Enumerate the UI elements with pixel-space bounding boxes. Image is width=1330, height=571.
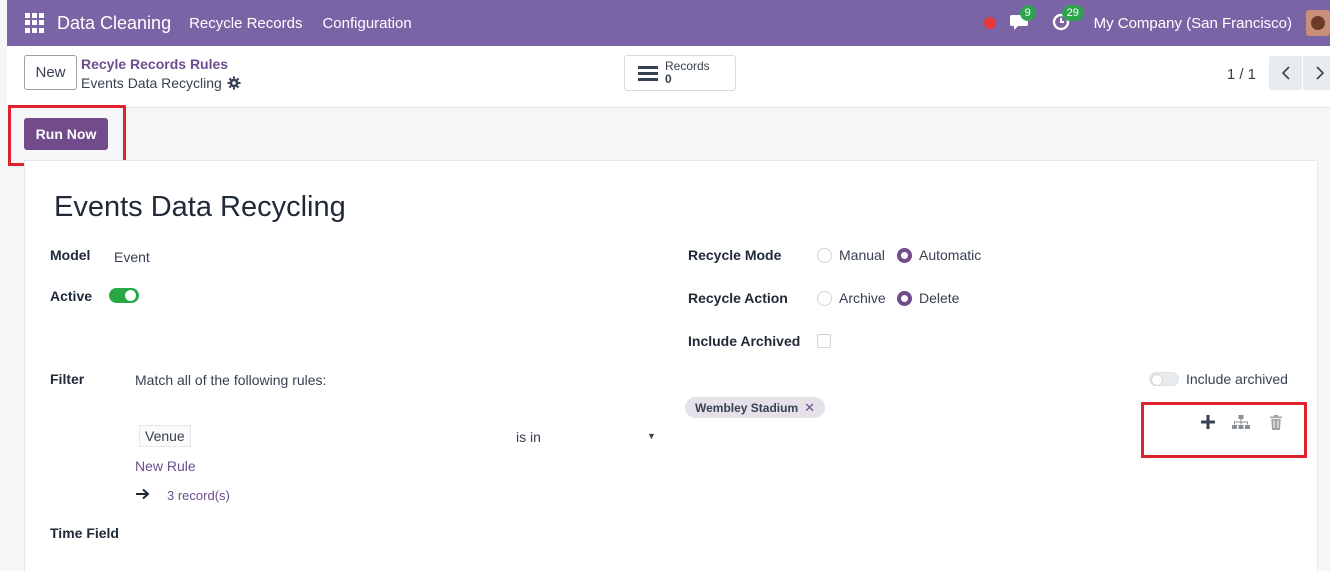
menu-recycle-records[interactable]: Recycle Records bbox=[189, 15, 302, 32]
active-label: Active bbox=[50, 288, 93, 304]
chevron-right-icon bbox=[1315, 66, 1324, 80]
recycle-mode-label: Recycle Mode bbox=[688, 247, 782, 263]
user-avatar[interactable] bbox=[1306, 10, 1330, 36]
records-stat-value: 0 bbox=[665, 72, 672, 86]
filter-include-archived-label[interactable]: Include archived bbox=[1186, 371, 1288, 387]
model-label: Model bbox=[50, 247, 91, 263]
recycle-mode-manual-label[interactable]: Manual bbox=[839, 247, 885, 263]
recycle-action-archive-label[interactable]: Archive bbox=[839, 290, 886, 306]
active-toggle[interactable] bbox=[109, 288, 139, 303]
chevron-left-icon bbox=[1281, 66, 1290, 80]
app-title[interactable]: Data Cleaning bbox=[57, 13, 171, 34]
rule-value-tag-label: Wembley Stadium bbox=[695, 400, 799, 415]
highlight-run-now bbox=[8, 105, 126, 166]
company-switcher[interactable]: My Company (San Francisco) bbox=[1094, 15, 1292, 32]
include-archived-label: Include Archived bbox=[688, 333, 801, 349]
recycle-action-delete-radio[interactable] bbox=[897, 291, 912, 306]
menu-configuration[interactable]: Configuration bbox=[322, 15, 411, 32]
new-rule-link[interactable]: New Rule bbox=[135, 458, 196, 474]
breadcrumb-current: Events Data Recycling bbox=[81, 75, 241, 91]
recycle-mode-automatic-label[interactable]: Automatic bbox=[919, 247, 981, 263]
form-statusbar: Run Now bbox=[7, 108, 1330, 160]
top-navbar: Data Cleaning Recycle Records Configurat… bbox=[7, 0, 1330, 46]
record-title[interactable]: Events Data Recycling bbox=[54, 191, 346, 224]
matching-records-link[interactable]: 3 record(s) bbox=[167, 488, 230, 503]
recording-indicator-icon[interactable] bbox=[983, 17, 996, 29]
messages-button[interactable]: 9 bbox=[1009, 5, 1036, 33]
apps-menu-icon[interactable] bbox=[25, 13, 45, 33]
gear-icon[interactable] bbox=[227, 76, 241, 90]
pager-previous-button[interactable] bbox=[1269, 56, 1302, 90]
arrow-right-icon bbox=[136, 488, 150, 500]
filter-match-text: Match all of the following rules: bbox=[135, 372, 327, 388]
recycle-mode-manual-radio[interactable] bbox=[817, 248, 832, 263]
rule-operator-select[interactable]: is in bbox=[516, 429, 541, 445]
highlight-rule-actions bbox=[1141, 402, 1307, 458]
form-sheet: Events Data Recycling Model Event Active… bbox=[24, 160, 1318, 571]
recycle-action-label: Recycle Action bbox=[688, 290, 788, 306]
records-smart-button[interactable]: Records 0 bbox=[624, 55, 736, 91]
breadcrumb-current-label: Events Data Recycling bbox=[81, 75, 222, 91]
pager-next-button[interactable] bbox=[1303, 56, 1330, 90]
filter-label: Filter bbox=[50, 371, 85, 387]
pager-value[interactable]: 1 / 1 bbox=[1227, 66, 1256, 83]
recycle-mode-automatic-radio[interactable] bbox=[897, 248, 912, 263]
time-field-label: Time Field bbox=[50, 525, 119, 541]
recycle-action-delete-label[interactable]: Delete bbox=[919, 290, 959, 306]
list-icon bbox=[638, 66, 658, 81]
control-panel: New Recyle Records Rules Events Data Rec… bbox=[7, 46, 1330, 108]
remove-tag-icon[interactable]: ✕ bbox=[804, 400, 815, 416]
filter-include-archived-toggle[interactable] bbox=[1149, 372, 1179, 386]
operator-dropdown-icon[interactable]: ▼ bbox=[647, 431, 656, 441]
include-archived-checkbox[interactable] bbox=[817, 334, 831, 348]
activities-button[interactable]: 29 bbox=[1052, 5, 1084, 33]
recycle-action-archive-radio[interactable] bbox=[817, 291, 832, 306]
rule-value-tag[interactable]: Wembley Stadium ✕ bbox=[685, 397, 826, 418]
model-value[interactable]: Event bbox=[114, 249, 150, 265]
activities-badge: 29 bbox=[1061, 5, 1084, 21]
breadcrumb-parent-link[interactable]: Recyle Records Rules bbox=[81, 56, 228, 72]
messages-badge: 9 bbox=[1019, 5, 1036, 21]
rule-field-selector[interactable]: Venue bbox=[139, 425, 191, 447]
new-button[interactable]: New bbox=[24, 55, 77, 90]
